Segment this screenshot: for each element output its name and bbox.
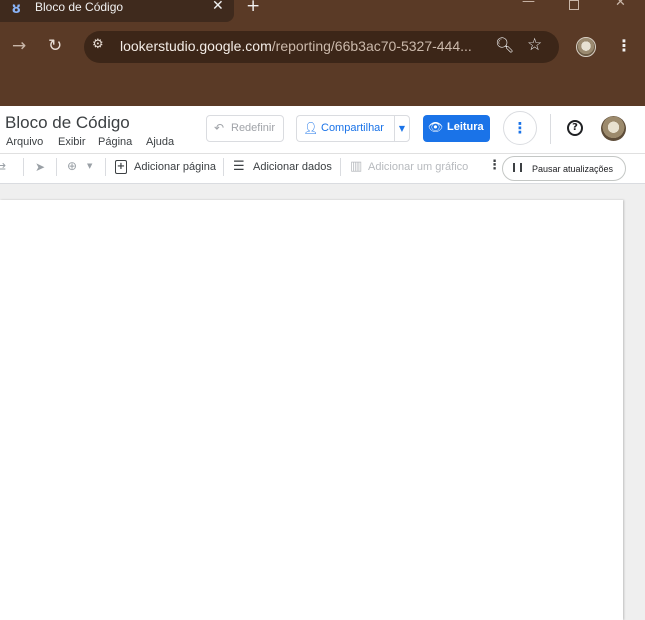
zoom-dropdown-icon[interactable]: ▼ (87, 162, 95, 170)
window-close-icon[interactable]: ✕ (615, 0, 629, 10)
eye-icon: 👁︎ (428, 120, 444, 134)
help-icon[interactable]: ? (567, 120, 583, 136)
add-page-label: Adicionar página (134, 161, 216, 173)
reset-label: Redefinir (231, 122, 276, 134)
view-mode-label: Leitura (447, 121, 484, 133)
redo-icon[interactable]: ⇄ (0, 160, 10, 174)
avatar[interactable] (601, 116, 626, 141)
pause-updates-label: Pausar atualizações (532, 164, 614, 174)
tab-title: Bloco de Código (35, 0, 124, 14)
url-path: /reporting/66b3ac70-5327-444... (271, 38, 472, 54)
undo-icon: ↶ (214, 121, 225, 135)
forward-icon[interactable]: → (12, 36, 32, 56)
toolbar-divider (0, 153, 645, 154)
report-title[interactable]: Bloco de Código (5, 113, 130, 135)
add-data-icon: ☰ (233, 159, 245, 174)
toolbar-separator (340, 158, 341, 176)
pause-updates-button[interactable]: Pausar atualizações (502, 156, 626, 181)
browser-tab[interactable]: ȣ Bloco de Código ✕ (0, 0, 234, 22)
site-info-icon[interactable]: ⚙ (92, 37, 110, 55)
select-icon[interactable]: ➤ (35, 160, 47, 174)
toolbar-more-icon[interactable]: ⋮ (488, 158, 501, 178)
view-mode-button[interactable]: 👁︎ Leitura (423, 115, 490, 142)
looker-studio-icon: ȣ (12, 2, 21, 17)
menu-exibir[interactable]: Exibir (58, 136, 86, 150)
add-page-button[interactable]: + Adicionar página (115, 160, 216, 176)
zoom-in-icon[interactable]: ⊕ (67, 159, 81, 173)
menu-arquivo[interactable]: Arquivo (6, 136, 43, 150)
person-add-icon: 👤︎ (303, 121, 319, 135)
chrome-menu-icon[interactable]: ⋮ (616, 36, 632, 56)
toolbar-separator (105, 158, 106, 176)
add-data-button[interactable]: ☰ Adicionar dados (233, 159, 333, 176)
reset-button[interactable]: ↶ Redefinir (206, 115, 284, 142)
header-divider (550, 114, 551, 144)
more-vert-icon: ⋮ (512, 119, 528, 137)
new-tab-icon[interactable]: + (246, 0, 264, 16)
toolbar-separator (23, 158, 24, 176)
url-host: lookerstudio.google.com (120, 38, 272, 54)
zoom-icon[interactable]: 🔍︎ (495, 36, 514, 54)
minimize-icon[interactable]: — (522, 0, 536, 9)
add-page-icon: + (115, 160, 127, 174)
more-options-button[interactable]: ⋮ (503, 111, 537, 145)
profile-avatar[interactable] (576, 37, 596, 57)
reload-icon[interactable]: ↻ (48, 36, 68, 56)
close-tab-icon[interactable]: ✕ (212, 0, 228, 14)
add-chart-icon: ▥ (350, 159, 363, 174)
chevron-down-icon: ▼ (398, 124, 406, 133)
report-page[interactable] (0, 200, 623, 620)
pause-icon (513, 163, 522, 172)
add-data-label: Adicionar dados (253, 161, 332, 173)
share-dropdown-button[interactable]: ▼ (394, 115, 410, 142)
add-chart-label: Adicionar um gráfico (368, 161, 469, 173)
toolbar-separator (223, 158, 224, 176)
menu-ajuda[interactable]: Ajuda (146, 136, 174, 150)
url-text[interactable]: lookerstudio.google.com/reporting/66b3ac… (120, 38, 480, 56)
menu-pagina[interactable]: Página (98, 136, 132, 150)
add-chart-button[interactable]: ▥ Adicionar um gráfico (350, 159, 478, 176)
star-icon[interactable]: ☆ (527, 35, 545, 55)
toolbar-separator (56, 158, 57, 176)
maximize-icon[interactable] (569, 0, 579, 10)
share-button[interactable]: 👤︎ Compartilhar (296, 115, 394, 142)
share-label: Compartilhar (321, 122, 384, 134)
